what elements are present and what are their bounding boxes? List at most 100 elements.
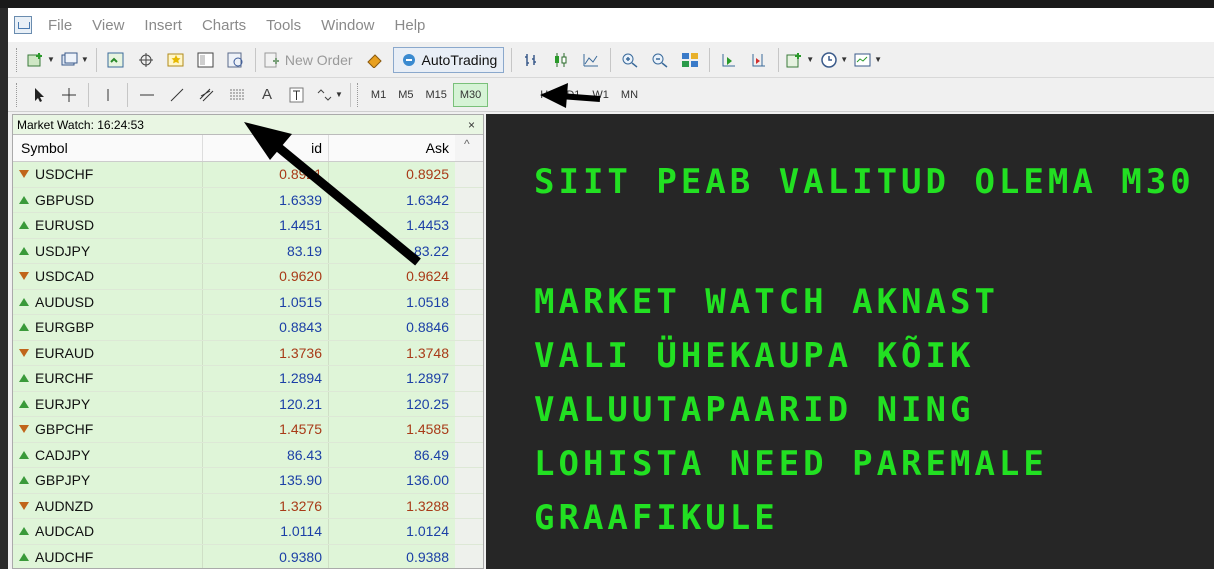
market-watch-row[interactable]: EURGBP 0.8843 0.8846 — [13, 315, 483, 341]
timeframe-mn[interactable]: MN — [615, 84, 644, 106]
chart-shift-button[interactable] — [747, 48, 771, 72]
new-chart-button[interactable]: ▼ — [27, 48, 55, 72]
scrollbar-track[interactable] — [455, 187, 483, 212]
profiles-button[interactable]: ▼ — [61, 48, 89, 72]
fibonacci-button[interactable] — [225, 83, 249, 107]
candlestick-button[interactable] — [549, 48, 573, 72]
new-order-button[interactable]: New Order — [263, 48, 357, 72]
scrollbar-track[interactable] — [455, 238, 483, 263]
equidistant-channel-button[interactable] — [195, 83, 219, 107]
market-watch-panel: Market Watch: 16:24:53 × Symbol id Ask U… — [12, 114, 484, 569]
column-header-symbol[interactable]: Symbol — [13, 135, 203, 161]
trendline-button[interactable] — [165, 83, 189, 107]
zoom-in-button[interactable] — [618, 48, 642, 72]
market-watch-row[interactable]: USDJPY 83.19 83.22 — [13, 238, 483, 264]
market-watch-row[interactable]: CADJPY 86.43 86.49 — [13, 442, 483, 468]
up-arrow-icon — [19, 527, 29, 536]
arrows-button[interactable]: ▼ — [315, 83, 343, 107]
bar-chart-button[interactable] — [519, 48, 543, 72]
close-icon[interactable]: × — [468, 118, 483, 132]
market-watch-row[interactable]: USDCHF 0.8921 0.8925 — [13, 162, 483, 188]
crosshair-button[interactable] — [57, 83, 81, 107]
chevron-down-icon: ▼ — [874, 55, 883, 64]
menu-tools[interactable]: Tools — [256, 17, 311, 34]
market-watch-row[interactable]: EURCHF 1.2894 1.2897 — [13, 366, 483, 392]
market-watch-row[interactable]: EURUSD 1.4451 1.4453 — [13, 213, 483, 239]
column-header-bid[interactable]: id — [203, 135, 329, 161]
text-button[interactable]: A — [255, 83, 279, 107]
menu-view[interactable]: View — [82, 17, 134, 34]
scrollbar-track[interactable] — [455, 544, 483, 568]
scrollbar-track[interactable] — [455, 213, 483, 238]
timeframe-m1[interactable]: M1 — [365, 84, 392, 106]
text-label-button[interactable] — [285, 83, 309, 107]
column-header-ask[interactable]: Ask — [329, 135, 455, 161]
market-watch-toggle-button[interactable] — [104, 48, 128, 72]
toolbar-grip[interactable] — [16, 47, 20, 72]
indicators-button[interactable]: ▼ — [786, 48, 814, 72]
market-watch-row[interactable]: GBPJPY 135.90 136.00 — [13, 468, 483, 494]
autotrading-button[interactable]: AutoTrading — [392, 46, 505, 73]
market-watch-row[interactable]: GBPCHF 1.4575 1.4585 — [13, 417, 483, 443]
scrollbar-track[interactable] — [455, 315, 483, 340]
scrollbar-track[interactable] — [455, 519, 483, 544]
market-watch-row[interactable]: AUDUSD 1.0515 1.0518 — [13, 289, 483, 315]
auto-scroll-button[interactable] — [717, 48, 741, 72]
vertical-line-button[interactable] — [96, 83, 120, 107]
market-watch-titlebar[interactable]: Market Watch: 16:24:53 × — [13, 115, 483, 135]
line-chart-button[interactable] — [579, 48, 603, 72]
ask-cell: 0.9388 — [406, 548, 449, 565]
navigator-button[interactable] — [164, 48, 188, 72]
symbol-label: EURGBP — [35, 319, 95, 336]
up-arrow-icon — [19, 221, 29, 230]
periods-button[interactable]: ▼ — [820, 48, 848, 72]
scrollbar-track[interactable] — [455, 162, 483, 187]
horizontal-line-button[interactable] — [135, 83, 159, 107]
new-order-icon — [264, 52, 279, 67]
market-watch-row[interactable]: EURJPY 120.21 120.25 — [13, 391, 483, 417]
timeframe-m5[interactable]: M5 — [392, 84, 419, 106]
zoom-out-button[interactable] — [648, 48, 672, 72]
scrollbar-track[interactable] — [455, 442, 483, 467]
terminal-button[interactable] — [194, 48, 218, 72]
scrollbar-track[interactable] — [455, 366, 483, 391]
scrollbar-track[interactable] — [455, 264, 483, 289]
ask-cell: 83.22 — [413, 242, 449, 259]
metaeditor-button[interactable] — [363, 48, 387, 72]
toolbar-grip[interactable] — [356, 82, 361, 107]
scrollbar-track[interactable] — [455, 468, 483, 493]
menu-file[interactable]: File — [38, 17, 82, 34]
up-arrow-icon — [19, 450, 29, 459]
tile-windows-button[interactable] — [678, 48, 702, 72]
scrollbar-track[interactable] — [455, 289, 483, 314]
cursor-button[interactable] — [27, 83, 51, 107]
timeframe-d1[interactable]: D1 — [560, 84, 586, 106]
scrollbar-track[interactable] — [455, 493, 483, 518]
scrollbar-track[interactable] — [455, 391, 483, 416]
timeframe-h1[interactable] — [488, 84, 534, 106]
menu-help[interactable]: Help — [385, 17, 436, 34]
market-watch-row[interactable]: AUDCHF 0.9380 0.9388 — [13, 544, 483, 568]
market-watch-row[interactable]: AUDNZD 1.3276 1.3288 — [13, 493, 483, 519]
bid-cell: 1.0114 — [203, 519, 329, 544]
toolbar-grip[interactable] — [16, 82, 20, 107]
scrollbar-up-arrow[interactable] — [455, 135, 483, 161]
strategy-tester-button[interactable] — [224, 48, 248, 72]
menu-window[interactable]: Window — [311, 17, 384, 34]
market-watch-row[interactable]: USDCAD 0.9620 0.9624 — [13, 264, 483, 290]
timeframe-m30[interactable]: M30 — [452, 82, 489, 107]
market-watch-row[interactable]: EURAUD 1.3736 1.3748 — [13, 340, 483, 366]
menu-charts[interactable]: Charts — [192, 17, 256, 34]
timeframe-m15[interactable]: M15 — [419, 84, 452, 106]
market-watch-row[interactable]: AUDCAD 1.0114 1.0124 — [13, 519, 483, 545]
scrollbar-track[interactable] — [455, 417, 483, 442]
market-watch-row[interactable]: GBPUSD 1.6339 1.6342 — [13, 187, 483, 213]
data-window-button[interactable] — [134, 48, 158, 72]
app-icon[interactable] — [14, 16, 32, 34]
timeframe-h4[interactable]: H4 — [534, 84, 560, 106]
menu-insert[interactable]: Insert — [134, 17, 192, 34]
timeframe-w1[interactable]: W1 — [586, 84, 615, 106]
toolbar-separator — [709, 47, 711, 72]
scrollbar-track[interactable] — [455, 340, 483, 365]
templates-button[interactable]: ▼ — [854, 48, 882, 72]
